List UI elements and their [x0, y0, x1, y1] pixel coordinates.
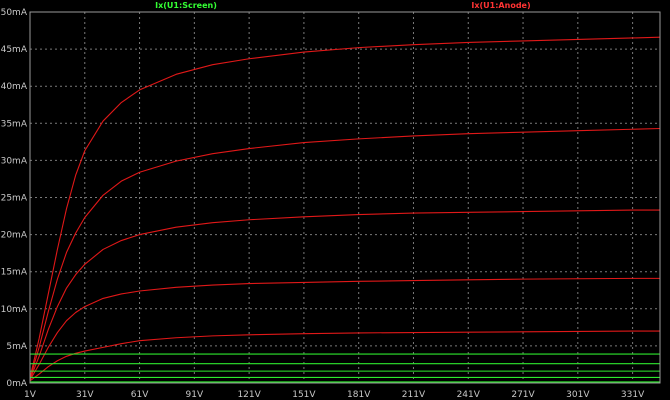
legend-anode[interactable]: Ix(U1:Anode): [471, 1, 530, 10]
y-tick-label: 0mA: [6, 379, 27, 389]
plot-background: [0, 0, 670, 400]
x-tick-label: 1V: [24, 390, 37, 400]
x-tick-label: 121V: [237, 390, 261, 400]
x-tick-label: 31V: [76, 390, 94, 400]
waveform-viewer: 1V 31V 61V 91V 121V 151V 181V 211V 241V 271V 301V 3…: [0, 0, 670, 400]
x-tick-label: 271V: [511, 390, 535, 400]
y-tick-label: 40mA: [1, 82, 28, 92]
x-tick-label: 151V: [292, 390, 316, 400]
y-tick-label: 10mA: [1, 305, 28, 315]
x-tick-label: 91V: [186, 390, 204, 400]
y-tick-label: 15mA: [1, 268, 28, 278]
x-tick-label: 181V: [347, 390, 371, 400]
legend-screen[interactable]: Ix(U1:Screen): [155, 1, 217, 10]
plot-area[interactable]: 1V 31V 61V 91V 121V 151V 181V 211V 241V 271V 301V 3…: [0, 0, 670, 400]
y-tick-label: 5mA: [6, 342, 27, 352]
y-tick-label: 30mA: [1, 156, 28, 166]
y-tick-label: 35mA: [1, 119, 28, 129]
x-tick-label: 241V: [457, 390, 481, 400]
y-tick-label: 20mA: [1, 231, 28, 241]
x-tick-label: 61V: [131, 390, 149, 400]
y-tick-label: 45mA: [1, 45, 28, 55]
x-tick-label: 301V: [566, 390, 590, 400]
y-tick-label: 25mA: [1, 194, 28, 204]
x-tick-label: 331V: [621, 390, 645, 400]
y-tick-label: 50mA: [1, 8, 28, 18]
x-tick-label: 211V: [402, 390, 426, 400]
